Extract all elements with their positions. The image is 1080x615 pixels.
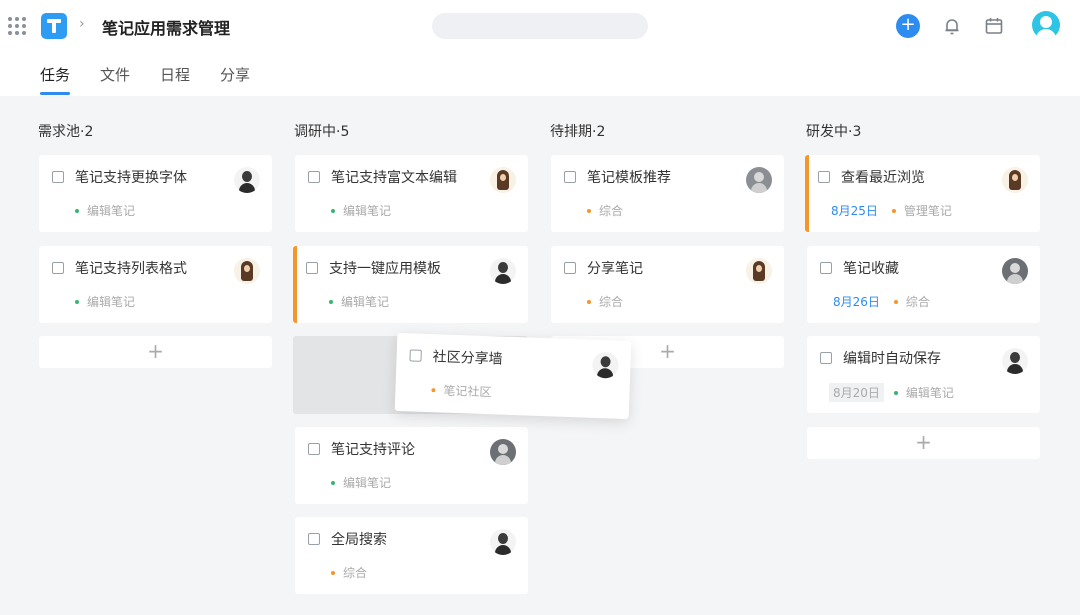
assignee-avatar[interactable] xyxy=(746,258,772,284)
task-card[interactable]: 查看最近浏览 8月25日 管理笔记 xyxy=(805,155,1040,232)
assignee-avatar[interactable] xyxy=(1002,167,1028,193)
add-button[interactable]: + xyxy=(896,14,920,38)
task-checkbox[interactable] xyxy=(308,533,320,545)
task-card[interactable]: 笔记支持列表格式 编辑笔记 xyxy=(39,246,272,323)
dragging-task-card[interactable]: 社区分享墙 笔记社区 xyxy=(394,332,632,420)
tag-dot-icon xyxy=(431,387,436,392)
task-title: 查看最近浏览 xyxy=(841,170,925,186)
task-checkbox[interactable] xyxy=(818,171,830,183)
column-title: 需求池·2 xyxy=(38,124,94,140)
tab-tasks[interactable]: 任务 xyxy=(40,64,71,96)
tag-dot-icon xyxy=(893,390,898,395)
assignee-avatar[interactable] xyxy=(234,167,260,193)
task-title: 笔记支持富文本编辑 xyxy=(331,170,457,186)
tag-dot-icon xyxy=(75,299,79,304)
bell-icon[interactable] xyxy=(941,15,963,37)
search-input[interactable] xyxy=(432,13,648,39)
add-task-button[interactable]: + xyxy=(807,427,1040,459)
task-checkbox[interactable] xyxy=(308,443,320,455)
tag-dot-icon xyxy=(587,208,591,213)
tab-schedule[interactable]: 日程 xyxy=(160,64,190,96)
task-tag: 编辑笔记 xyxy=(87,295,136,309)
calendar-icon[interactable] xyxy=(983,15,1005,37)
column-title: 研发中·3 xyxy=(806,124,862,140)
task-checkbox[interactable] xyxy=(308,171,320,183)
tag-dot-icon xyxy=(891,208,896,213)
tag-dot-icon xyxy=(893,299,898,304)
tag-dot-icon xyxy=(331,208,335,213)
chevron-right-icon: › xyxy=(79,16,85,32)
task-tag: 综合 xyxy=(599,295,624,309)
task-checkbox[interactable] xyxy=(564,171,576,183)
assignee-avatar[interactable] xyxy=(1002,258,1028,284)
tag-dot-icon xyxy=(329,299,333,304)
tag-dot-icon xyxy=(331,480,335,485)
task-tag: 编辑笔记 xyxy=(341,295,390,309)
task-card[interactable]: 分享笔记 综合 xyxy=(551,246,784,323)
assignee-avatar[interactable] xyxy=(490,167,516,193)
assignee-avatar[interactable] xyxy=(746,167,772,193)
task-tag: 管理笔记 xyxy=(903,204,952,218)
task-title: 编辑时自动保存 xyxy=(843,351,941,367)
task-tag: 综合 xyxy=(599,204,624,218)
column-title: 调研中·5 xyxy=(294,124,350,140)
task-checkbox[interactable] xyxy=(52,171,64,183)
tag-dot-icon xyxy=(75,208,79,213)
task-tag: 综合 xyxy=(343,566,368,580)
due-date: 8月26日 xyxy=(833,295,880,309)
task-checkbox[interactable] xyxy=(820,262,832,274)
assignee-avatar[interactable] xyxy=(234,258,260,284)
tab-files[interactable]: 文件 xyxy=(100,64,130,96)
assignee-avatar[interactable] xyxy=(591,351,619,379)
app-grid-icon[interactable] xyxy=(8,17,26,35)
task-tag: 编辑笔记 xyxy=(343,476,392,490)
task-checkbox[interactable] xyxy=(564,262,576,274)
task-title: 支持一键应用模板 xyxy=(329,261,441,277)
assignee-avatar[interactable] xyxy=(1002,348,1028,374)
task-checkbox[interactable] xyxy=(409,349,422,362)
due-date: 8月20日 xyxy=(829,383,884,402)
column-title: 待排期·2 xyxy=(550,124,606,140)
user-avatar[interactable] xyxy=(1032,11,1060,39)
task-title: 全局搜索 xyxy=(331,532,387,548)
app-logo-icon[interactable] xyxy=(41,13,67,39)
task-title: 笔记支持评论 xyxy=(331,442,415,458)
task-tag: 笔记社区 xyxy=(443,383,492,400)
task-tag: 综合 xyxy=(905,295,930,309)
tab-bar: 任务 文件 日程 分享 xyxy=(40,64,280,96)
project-title[interactable]: 笔记应用需求管理 xyxy=(102,15,230,39)
task-card[interactable]: 支持一键应用模板 编辑笔记 xyxy=(293,246,528,323)
task-card[interactable]: 笔记收藏 8月26日 综合 xyxy=(807,246,1040,323)
task-title: 笔记支持列表格式 xyxy=(75,261,187,277)
tab-share[interactable]: 分享 xyxy=(220,64,250,96)
top-bar: › 笔记应用需求管理 + 任务 文件 日程 分享 xyxy=(0,0,1080,96)
assignee-avatar[interactable] xyxy=(490,529,516,555)
task-card[interactable]: 笔记支持评论 编辑笔记 xyxy=(295,427,528,504)
task-card[interactable]: 全局搜索 综合 xyxy=(295,517,528,594)
add-task-button[interactable]: + xyxy=(39,336,272,368)
task-title: 笔记收藏 xyxy=(843,261,899,277)
task-card[interactable]: 编辑时自动保存 8月20日 编辑笔记 xyxy=(807,336,1040,413)
assignee-avatar[interactable] xyxy=(490,439,516,465)
task-tag: 编辑笔记 xyxy=(905,386,954,400)
task-tag: 编辑笔记 xyxy=(343,204,392,218)
task-card[interactable]: 笔记模板推荐 综合 xyxy=(551,155,784,232)
due-date: 8月25日 xyxy=(831,204,878,218)
assignee-avatar[interactable] xyxy=(490,258,516,284)
task-title: 分享笔记 xyxy=(587,261,643,277)
task-tag: 编辑笔记 xyxy=(87,204,136,218)
task-card[interactable]: 笔记支持富文本编辑 编辑笔记 xyxy=(295,155,528,232)
tag-dot-icon xyxy=(587,299,591,304)
task-title: 笔记模板推荐 xyxy=(587,170,671,186)
task-title: 笔记支持更换字体 xyxy=(75,170,187,186)
tag-dot-icon xyxy=(331,570,335,575)
task-checkbox[interactable] xyxy=(306,262,318,274)
task-checkbox[interactable] xyxy=(52,262,64,274)
task-title: 社区分享墙 xyxy=(432,349,503,368)
task-checkbox[interactable] xyxy=(820,352,832,364)
task-card[interactable]: 笔记支持更换字体 编辑笔记 xyxy=(39,155,272,232)
